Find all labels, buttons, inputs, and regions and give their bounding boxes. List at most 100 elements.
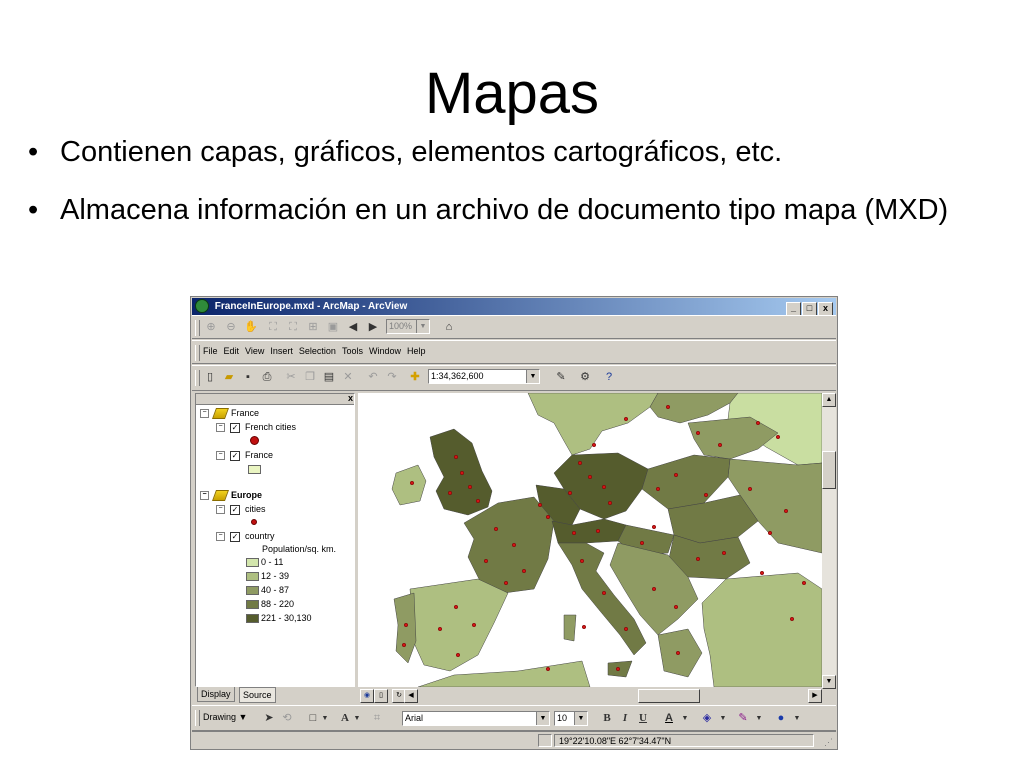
drawing-menu[interactable]: Drawing ▼ [203,712,247,722]
underline-button[interactable]: U [634,710,652,727]
close-icon[interactable]: x [348,393,353,403]
layer-visibility-checkbox[interactable]: ✓ [230,531,240,542]
rotate-icon[interactable]: ⟲ [278,710,296,727]
chevron-down-icon[interactable]: ▼ [348,710,366,727]
forward-extent-icon[interactable]: ▶ [364,319,382,336]
chevron-down-icon[interactable]: ▼ [788,710,806,727]
chevron-down-icon[interactable]: ▼ [536,712,549,725]
arctoolbox-icon[interactable]: ⚙ [576,369,594,386]
add-data-icon[interactable]: ✚ [406,369,424,386]
scroll-up-icon[interactable]: ▲ [822,393,836,407]
pan-icon[interactable]: ✋ [242,319,260,336]
new-document-icon[interactable]: ▯ [201,369,219,386]
zoom-combo[interactable]: 100% ▼ [386,319,430,334]
collapse-icon[interactable]: − [216,505,225,515]
toc-layer-europe-group[interactable]: − Europe [200,490,262,502]
chevron-down-icon[interactable]: ▼ [714,710,732,727]
scroll-thumb[interactable] [822,451,836,489]
toolbar-grip[interactable] [195,710,200,726]
toggle-view-icon[interactable]: ⌂ [440,319,458,336]
scroll-right-icon[interactable]: ▶ [808,689,822,703]
collapse-icon[interactable]: − [216,423,225,433]
editor-toolbar-icon[interactable]: ✎ [552,369,570,386]
data-view-icon[interactable]: ◉ [360,689,374,703]
save-icon[interactable]: ▪ [239,369,257,386]
resize-grip-icon[interactable]: ⋰ [824,737,833,748]
open-folder-icon[interactable]: ▰ [220,369,238,386]
bold-button[interactable]: B [598,710,616,727]
delete-icon[interactable]: ✕ [339,369,357,386]
layer-visibility-checkbox[interactable]: ✓ [230,450,240,461]
whats-this-help-icon[interactable]: ? [600,369,618,386]
collapse-icon[interactable]: − [200,491,209,501]
cut-icon[interactable]: ✂ [282,369,300,386]
print-icon[interactable]: ⎙ [258,369,276,386]
font-size-combo[interactable]: 10 ▼ [554,711,588,726]
select-elements-icon[interactable]: ➤ [260,710,278,727]
layout-view-icon[interactable]: ▯ [374,689,388,703]
collapse-icon[interactable]: − [216,532,225,542]
scroll-down-icon[interactable]: ▼ [822,675,836,689]
chevron-down-icon[interactable]: ▼ [316,710,334,727]
slide-title: Mapas [424,61,600,126]
chevron-down-icon[interactable]: ▼ [750,710,768,727]
chevron-down-icon[interactable]: ▼ [574,712,587,725]
toc-layer-france[interactable]: − ✓ France [216,450,273,461]
layer-visibility-checkbox[interactable]: ✓ [230,504,240,515]
map-scale-combo[interactable]: 1:34,362,600 ▼ [428,369,540,384]
toc-layer-country[interactable]: − ✓ country [216,531,275,542]
minimize-button[interactable]: _ [786,302,801,316]
toolbar-grip[interactable] [195,320,200,336]
city-point [475,498,481,504]
menu-file[interactable]: File [203,346,218,356]
italic-button[interactable]: I [616,710,634,727]
zoom-in-icon[interactable]: ⊕ [202,319,220,336]
back-extent-icon[interactable]: ◀ [344,319,362,336]
horizontal-scroll-thumb[interactable] [638,689,700,703]
paste-icon[interactable]: ▤ [320,369,338,386]
menu-tools[interactable]: Tools [342,346,363,356]
maximize-button[interactable]: □ [802,302,817,316]
menu-insert[interactable]: Insert [270,346,293,356]
undo-icon[interactable]: ↶ [364,369,382,386]
map-display[interactable] [358,393,822,687]
city-point [601,590,607,596]
copy-icon[interactable]: ❐ [301,369,319,386]
page-icon[interactable]: ▣ [324,319,342,336]
city-point [503,580,509,586]
toc-layer-french-cities[interactable]: − ✓ French cities [216,422,296,433]
scroll-left-icon[interactable]: ◀ [404,689,418,703]
toc-layer-france-group[interactable]: − France [200,408,259,420]
menu-view[interactable]: View [245,346,264,356]
city-point [467,484,473,490]
toc-header[interactable]: x [196,393,354,405]
menu-edit[interactable]: Edit [224,346,240,356]
layer-visibility-checkbox[interactable]: ✓ [230,422,240,433]
chevron-down-icon[interactable]: ▼ [676,710,694,727]
status-indicator [538,734,552,747]
collapse-icon[interactable]: − [216,451,225,461]
toolbar-grip[interactable] [195,345,200,361]
window-titlebar[interactable]: FranceInEurope.mxd - ArcMap - ArcView _ □… [192,298,836,316]
close-button[interactable]: x [818,302,833,316]
tab-source[interactable]: Source [239,687,276,703]
toc-layer-cities[interactable]: − ✓ cities [216,504,266,515]
europe-map[interactable] [358,393,822,687]
menu-selection[interactable]: Selection [299,346,336,356]
fixed-zoom-out-icon[interactable]: ⛶ [284,319,302,336]
menu-help[interactable]: Help [407,346,426,356]
zoom-out-icon[interactable]: ⊖ [222,319,240,336]
tab-display[interactable]: Display [197,687,235,702]
collapse-icon[interactable]: − [200,409,209,419]
chevron-down-icon[interactable]: ▼ [526,370,539,383]
edit-vertices-icon[interactable]: ⌗ [368,710,386,727]
chevron-down-icon[interactable]: ▼ [416,320,429,333]
fixed-zoom-in-icon[interactable]: ⛶ [264,319,282,336]
full-extent-icon[interactable]: ⊞ [304,319,322,336]
city-point [651,524,657,530]
toolbar-grip[interactable] [195,370,200,386]
redo-icon[interactable]: ↷ [383,369,401,386]
font-name-combo[interactable]: Arial ▼ [402,711,550,726]
menu-window[interactable]: Window [369,346,401,356]
map-vertical-scrollbar[interactable]: ▲ ▼ [822,393,836,689]
